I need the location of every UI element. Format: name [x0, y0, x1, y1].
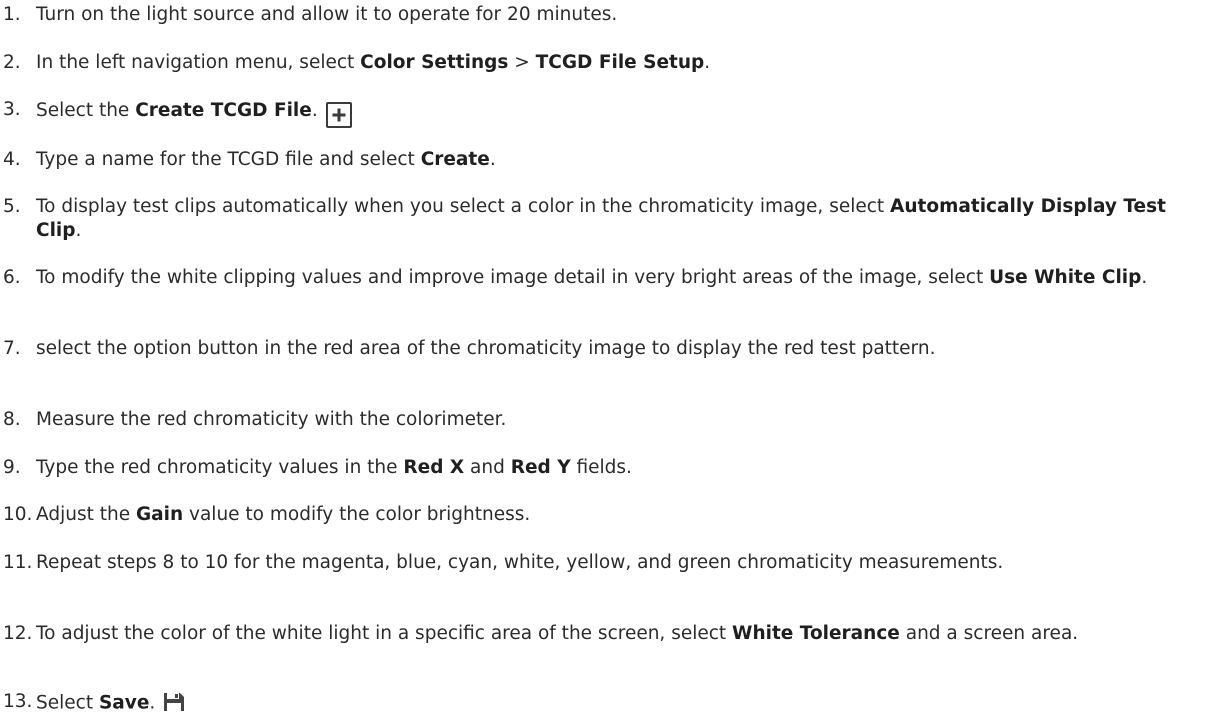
step-number: 8.	[3, 409, 21, 430]
step-text: To display test clips automatically when…	[36, 196, 1166, 241]
step-text: Select the Create TCGD File.	[36, 98, 1221, 128]
step-text: In the left navigation menu, select Colo…	[36, 52, 711, 73]
step-number: 5.	[3, 196, 21, 217]
save-icon	[163, 692, 185, 719]
step-number: 11.	[3, 552, 33, 573]
step-6: 6. To modify the white clipping values a…	[0, 266, 1221, 290]
step-9: 9. Type the red chromaticity values in t…	[0, 456, 1221, 480]
step-text: Measure the red chromaticity with the co…	[36, 409, 507, 430]
step-number: 3.	[3, 99, 21, 120]
step-text: Type the red chromaticity values in the …	[36, 457, 632, 478]
instruction-steps: 1. Turn on the light source and allow it…	[0, 0, 1221, 717]
step-5: 5. To display test clips automatically w…	[0, 195, 1221, 243]
step-7: 7. select the option button in the red a…	[0, 337, 1221, 361]
use-white-clip-label: Use White Clip	[989, 267, 1142, 288]
plus-icon	[325, 102, 352, 128]
step-number: 1.	[3, 4, 21, 25]
menu-tcgd-file-setup: TCGD File Setup	[535, 52, 705, 73]
step-number: 6.	[3, 267, 21, 288]
step-number: 2.	[3, 52, 21, 73]
step-text: Select Save.	[36, 690, 1221, 717]
step-text: Type a name for the TCGD file and select…	[36, 149, 496, 170]
step-number: 9.	[3, 457, 21, 478]
white-tolerance-label: White Tolerance	[732, 623, 900, 644]
gain-label: Gain	[135, 504, 184, 525]
step-number: 7.	[3, 338, 21, 359]
step-text: Adjust the Gain value to modify the colo…	[36, 504, 531, 525]
step-text: To adjust the color of the white light i…	[36, 623, 1079, 644]
step-text: Turn on the light source and allow it to…	[36, 4, 618, 25]
red-y-label: Red Y	[510, 457, 571, 478]
create-tcgd-file-label: Create TCGD File	[135, 100, 312, 121]
step-text: To modify the white clipping values and …	[36, 267, 1148, 288]
step-number: 4.	[3, 149, 21, 170]
step-8: 8. Measure the red chromaticity with the…	[0, 408, 1221, 432]
save-label: Save	[98, 692, 150, 714]
step-10: 10. Adjust the Gain value to modify the …	[0, 503, 1221, 527]
step-12: 12. To adjust the color of the white lig…	[0, 622, 1221, 646]
step-number: 10.	[3, 504, 33, 525]
step-text: Repeat steps 8 to 10 for the magenta, bl…	[36, 552, 1004, 573]
create-label: Create	[420, 149, 490, 170]
step-2: 2. In the left navigation menu, select C…	[0, 51, 1221, 75]
step-13: 13. Select Save.	[0, 690, 1221, 717]
step-1: 1. Turn on the light source and allow it…	[0, 3, 1221, 27]
step-11: 11. Repeat steps 8 to 10 for the magenta…	[0, 551, 1221, 575]
step-text: select the option button in the red area…	[36, 338, 936, 359]
step-4: 4. Type a name for the TCGD file and sel…	[0, 148, 1221, 172]
step-number: 13.	[3, 691, 33, 712]
step-number: 12.	[3, 623, 33, 644]
step-3: 3. Select the Create TCGD File.	[0, 98, 1221, 128]
red-x-label: Red X	[403, 457, 465, 478]
menu-color-settings: Color Settings	[360, 52, 509, 73]
